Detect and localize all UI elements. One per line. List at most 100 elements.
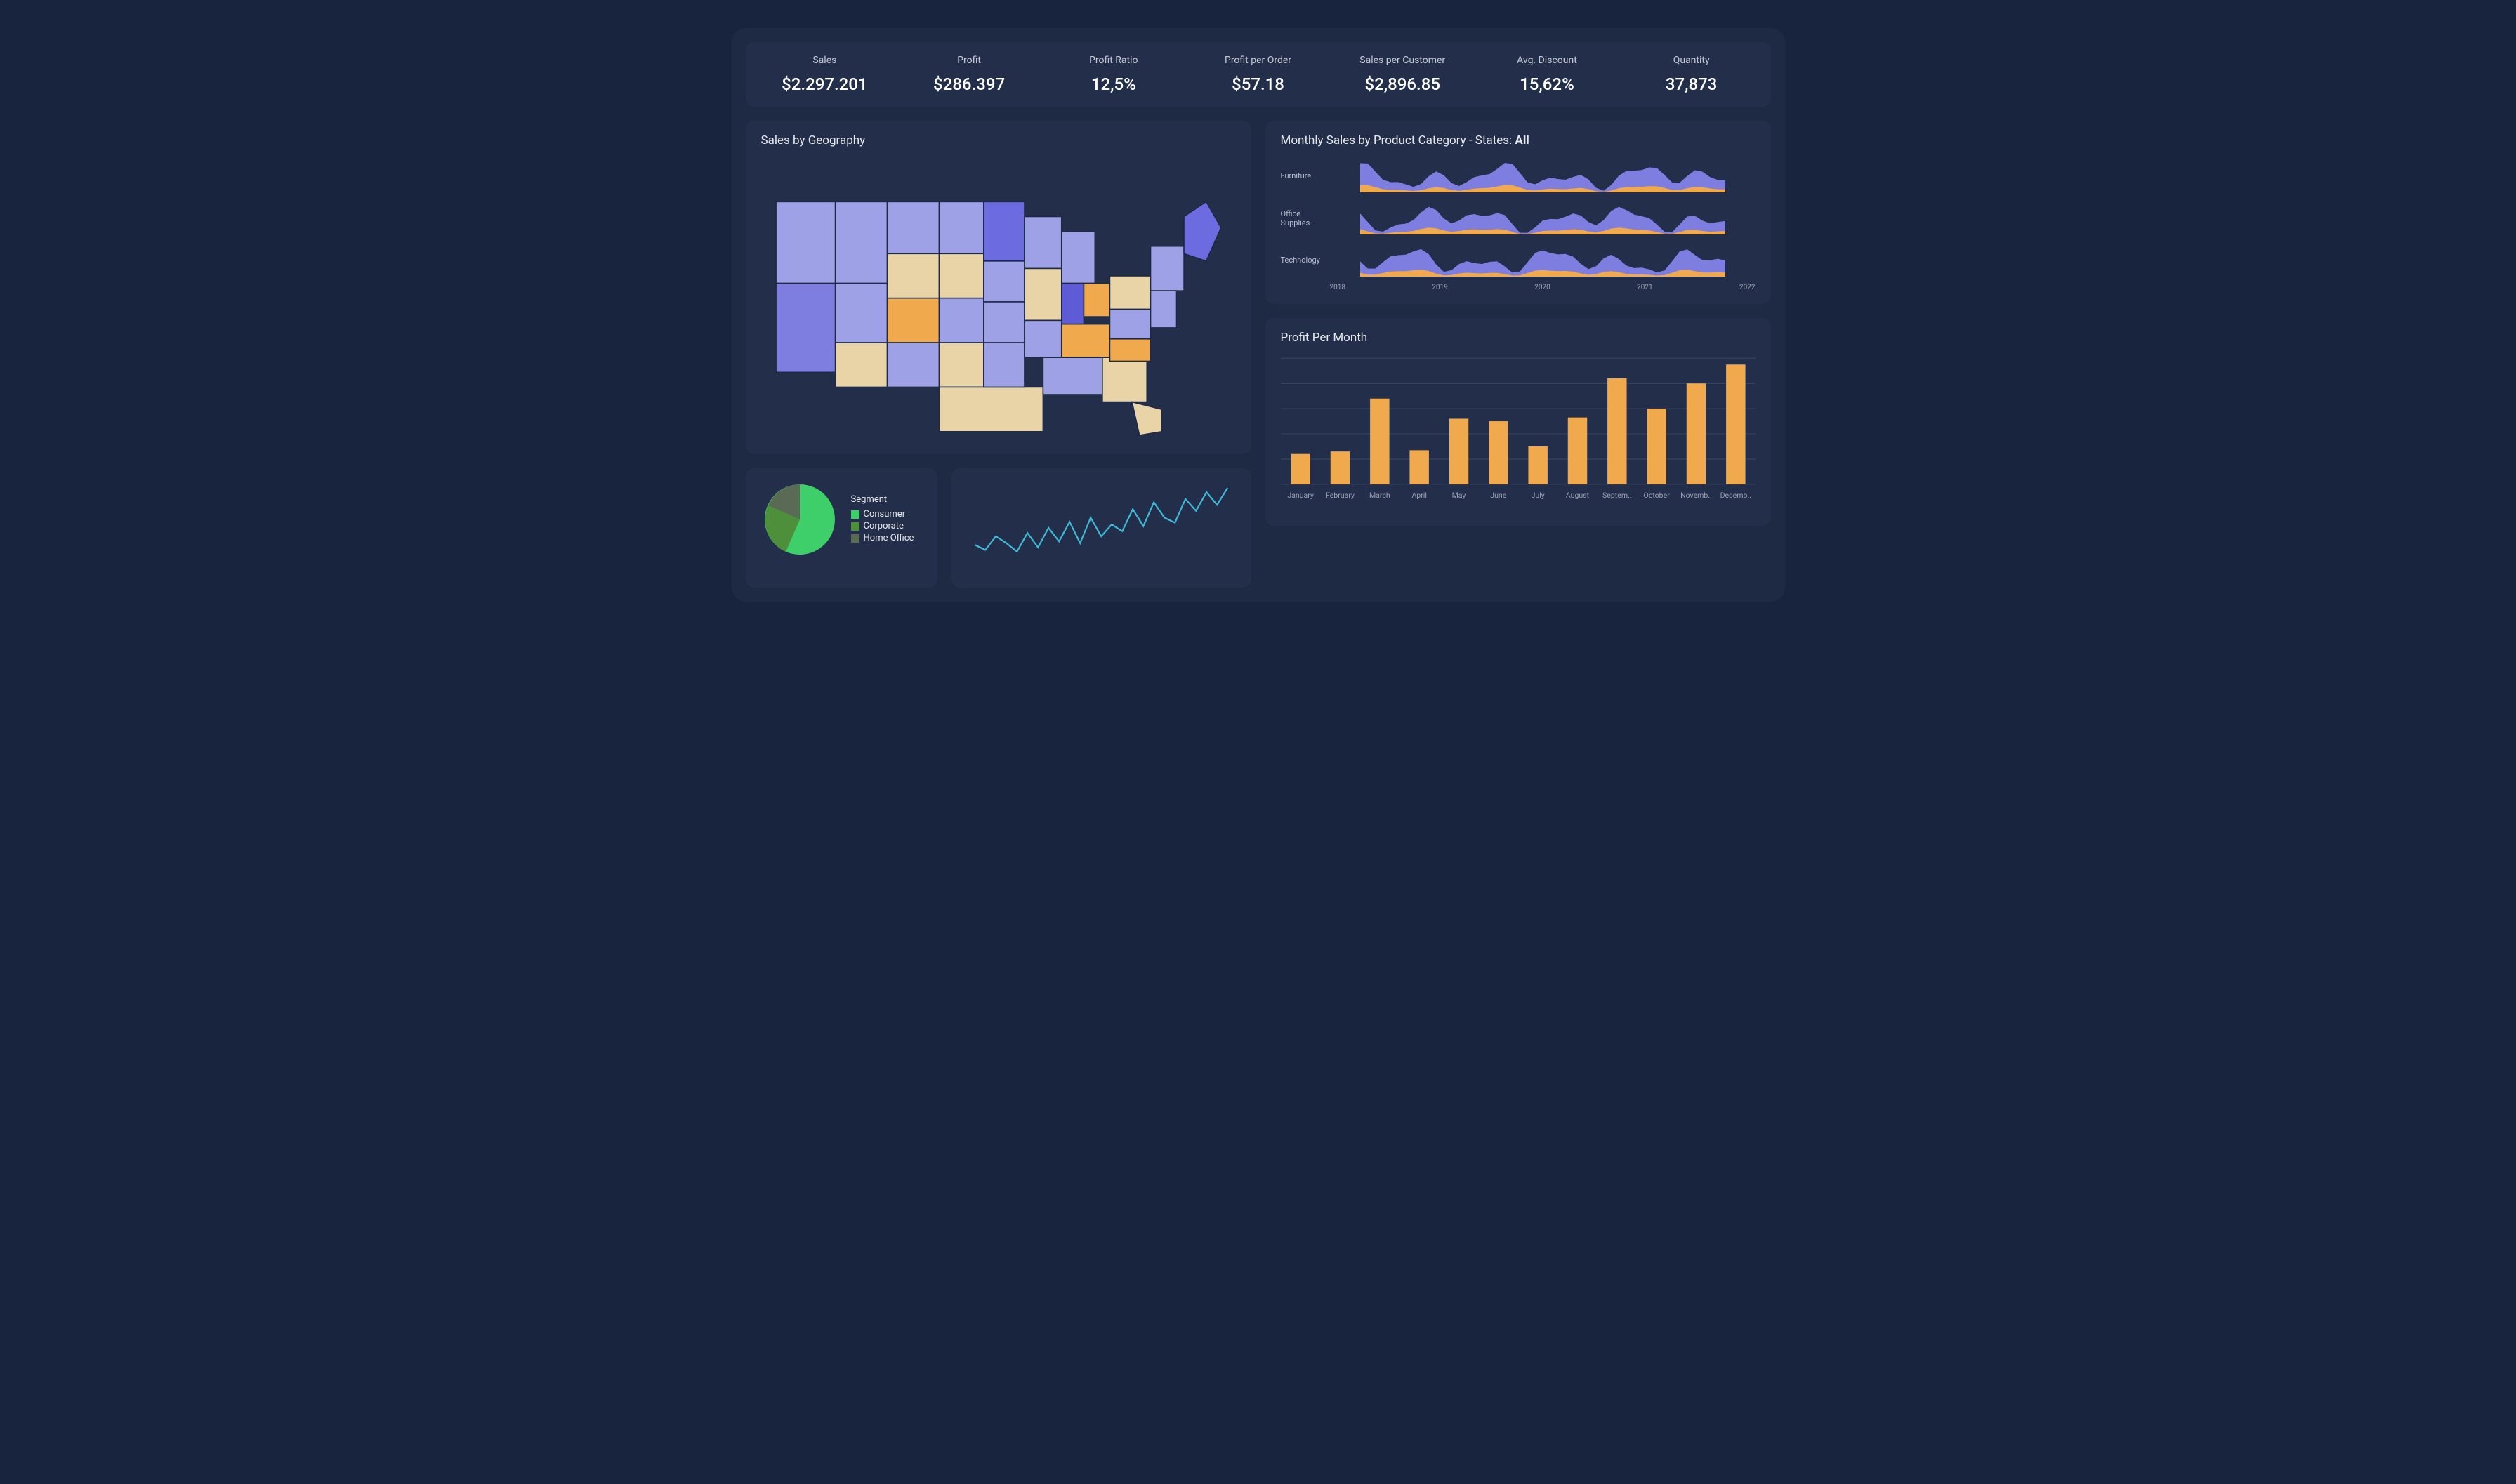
area-row: Technology — [1281, 241, 1756, 279]
kpi-value: 37,873 — [1619, 74, 1764, 94]
kpi-item: Profit Ratio 12,5% — [1041, 55, 1186, 94]
segment-card: Segment ConsumerCorporateHome Office — [746, 468, 938, 588]
legend-swatch — [851, 522, 859, 531]
profit-month-card: Profit Per Month JanuaryFebruaryMarchApr… — [1265, 318, 1771, 526]
xaxis-tick: 2018 — [1330, 284, 1345, 291]
area-chart[interactable] — [1330, 199, 1756, 237]
state-tn[interactable] — [1061, 324, 1109, 358]
bar[interactable] — [1370, 399, 1389, 484]
svg-text:Decemb..: Decemb.. — [1720, 491, 1751, 500]
profit-bar-chart[interactable]: JanuaryFebruaryMarchAprilMayJuneJulyAugu… — [1281, 355, 1756, 510]
state-ks[interactable] — [939, 343, 983, 387]
spark-card — [951, 468, 1251, 588]
state-la-al[interactable] — [1043, 357, 1102, 395]
svg-text:Novemb..: Novemb.. — [1680, 491, 1712, 500]
bar[interactable] — [1607, 378, 1626, 484]
state-tx[interactable] — [939, 387, 1043, 431]
state-sd[interactable] — [939, 253, 983, 298]
state-mn[interactable] — [983, 201, 1024, 261]
kpi-item: Quantity 37,873 — [1619, 55, 1764, 94]
bar[interactable] — [1291, 454, 1310, 484]
state-ga-fl[interactable] — [1102, 357, 1146, 402]
kpi-item: Profit $286.397 — [897, 55, 1041, 94]
bar[interactable] — [1726, 364, 1745, 484]
kpi-label: Profit Ratio — [1041, 55, 1186, 66]
legend-label: Home Office — [864, 533, 914, 543]
legend-swatch — [851, 510, 859, 519]
kpi-value: $57.18 — [1186, 74, 1331, 94]
state-mi[interactable] — [1061, 232, 1095, 284]
state-nv[interactable] — [835, 284, 887, 343]
area-chart[interactable] — [1330, 241, 1756, 279]
kpi-label: Avg. Discount — [1475, 55, 1619, 66]
svg-text:April: April — [1411, 491, 1427, 500]
segment-pie[interactable] — [761, 481, 838, 558]
area-category-label: Technology — [1281, 256, 1330, 265]
kpi-value: 15,62% — [1475, 74, 1619, 94]
state-az[interactable] — [835, 343, 887, 387]
legend-item[interactable]: Home Office — [851, 533, 914, 543]
usa-map[interactable] — [761, 157, 1236, 442]
state-oh[interactable] — [1084, 284, 1109, 317]
kpi-value: 12,5% — [1041, 74, 1186, 94]
bar[interactable] — [1330, 451, 1349, 484]
bar[interactable] — [1567, 418, 1586, 484]
legend-swatch — [851, 534, 859, 543]
state-ne-region[interactable] — [1184, 201, 1221, 261]
kpi-label: Profit — [897, 55, 1041, 66]
state-mt[interactable] — [887, 201, 939, 253]
state-ne[interactable] — [939, 298, 983, 343]
area-category-label: Furniture — [1281, 171, 1330, 180]
state-nj-md[interactable] — [1150, 291, 1176, 328]
kpi-label: Profit per Order — [1186, 55, 1331, 66]
area-row: Furniture — [1281, 157, 1756, 195]
state-id[interactable] — [835, 201, 887, 283]
state-co[interactable] — [887, 298, 939, 343]
area-chart[interactable] — [1330, 157, 1756, 195]
trend-sparkline[interactable] — [967, 481, 1235, 572]
dashboard: Sales $2.297.201Profit $286.397Profit Ra… — [732, 28, 1785, 602]
state-ok-ar[interactable] — [983, 343, 1024, 387]
state-ca[interactable] — [776, 284, 836, 373]
state-nd[interactable] — [939, 201, 983, 253]
monthly-title-suffix: All — [1515, 133, 1529, 147]
monthly-xaxis: 20182019202020212022 — [1281, 284, 1756, 291]
state-va[interactable] — [1109, 310, 1150, 339]
bar[interactable] — [1409, 450, 1428, 484]
state-wy[interactable] — [887, 253, 939, 298]
kpi-value: $2,896.85 — [1330, 74, 1475, 94]
state-ny[interactable] — [1150, 246, 1184, 291]
svg-text:March: March — [1369, 491, 1390, 500]
xaxis-tick: 2021 — [1637, 284, 1652, 291]
state-wa-or[interactable] — [776, 201, 836, 283]
state-ia[interactable] — [983, 261, 1024, 302]
bar[interactable] — [1489, 421, 1508, 484]
kpi-value: $286.397 — [897, 74, 1041, 94]
monthly-title: Monthly Sales by Product Category - Stat… — [1281, 133, 1756, 147]
bar[interactable] — [1686, 383, 1705, 484]
kpi-label: Sales — [753, 55, 897, 66]
kpi-label: Sales per Customer — [1330, 55, 1475, 66]
state-ms[interactable] — [1024, 320, 1061, 357]
state-wi[interactable] — [1024, 217, 1061, 269]
state-nm[interactable] — [887, 343, 939, 387]
state-nc[interactable] — [1109, 339, 1150, 362]
legend-item[interactable]: Corporate — [851, 521, 914, 531]
state-il[interactable] — [1024, 268, 1061, 320]
state-fl[interactable] — [1132, 402, 1161, 436]
bar[interactable] — [1647, 409, 1666, 484]
kpi-item: Sales $2.297.201 — [753, 55, 897, 94]
bar[interactable] — [1528, 446, 1547, 484]
bar[interactable] — [1449, 418, 1468, 484]
segment-legend: Segment ConsumerCorporateHome Office — [851, 494, 914, 545]
svg-text:June: June — [1490, 491, 1506, 500]
state-in[interactable] — [1061, 284, 1084, 324]
legend-item[interactable]: Consumer — [851, 509, 914, 519]
kpi-item: Profit per Order $57.18 — [1186, 55, 1331, 94]
xaxis-tick: 2019 — [1432, 284, 1447, 291]
svg-text:February: February — [1325, 491, 1354, 500]
kpi-item: Avg. Discount 15,62% — [1475, 55, 1619, 94]
state-pa[interactable] — [1109, 276, 1150, 310]
state-mo[interactable] — [983, 302, 1024, 343]
legend-label: Corporate — [864, 521, 904, 531]
